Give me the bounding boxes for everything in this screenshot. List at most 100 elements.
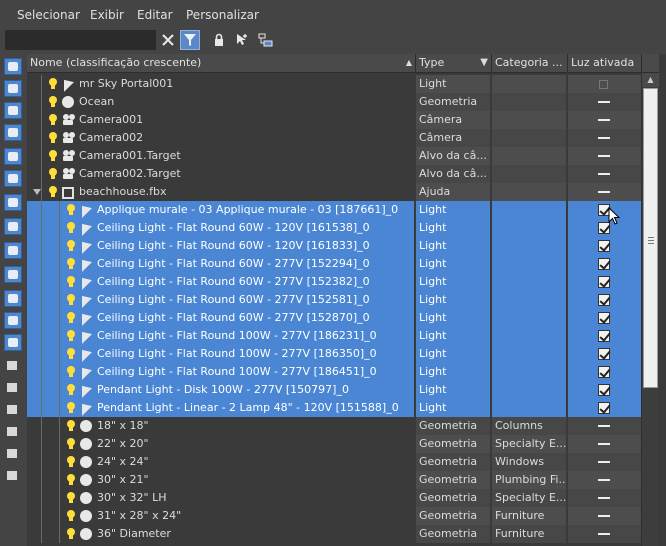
lightbulb-icon[interactable] <box>67 456 75 467</box>
lightbulb-icon[interactable] <box>67 510 75 521</box>
light-enabled-checkbox[interactable] <box>598 384 610 396</box>
name-cell[interactable]: Applique murale - 03 Applique murale - 0… <box>27 201 414 219</box>
lightbulb-icon[interactable] <box>67 276 75 287</box>
column-header-name[interactable]: Nome (classificação crescente) ▲ <box>27 54 416 72</box>
name-cell[interactable]: Ceiling Light - Flat Round 60W - 277V [1… <box>27 291 414 309</box>
table-row[interactable]: Applique murale - 03 Applique murale - 0… <box>27 201 641 219</box>
bones-icon[interactable] <box>4 266 22 283</box>
lightbulb-icon[interactable] <box>67 294 75 305</box>
name-cell[interactable]: Camera001 <box>27 111 414 129</box>
scrollbar-thumb[interactable] <box>643 88 658 388</box>
lightbulb-icon[interactable] <box>67 348 75 359</box>
lightbulb-icon[interactable] <box>67 330 75 341</box>
name-cell[interactable]: Ceiling Light - Flat Round 100W - 277V [… <box>27 363 414 381</box>
list-icon[interactable] <box>4 358 22 375</box>
lightbulb-icon[interactable] <box>49 168 57 179</box>
lightbulb-icon[interactable] <box>49 186 57 197</box>
table-row[interactable]: Camera002.Target Alvo da câ... <box>27 165 641 183</box>
lightbulb-icon[interactable] <box>67 492 75 503</box>
lock-icon[interactable] <box>209 30 229 50</box>
menu-selecionar[interactable]: Selecionar <box>17 8 80 22</box>
hierarchy-icon[interactable] <box>4 446 22 463</box>
geometry-icon[interactable] <box>4 80 22 97</box>
menu-personalizar[interactable]: Personalizar <box>186 8 259 22</box>
table-row[interactable]: Ocean Geometria <box>27 93 641 111</box>
light-enabled-checkbox[interactable] <box>599 80 608 89</box>
table-row[interactable]: Camera001.Target Alvo da câ... <box>27 147 641 165</box>
hidden-icon[interactable] <box>4 334 22 351</box>
table-row[interactable]: 30" x 21" Geometria Plumbing Fi... <box>27 471 641 489</box>
table-row[interactable]: 22" x 20" Geometria Specialty E... <box>27 435 641 453</box>
light-enabled-checkbox[interactable] <box>598 276 610 288</box>
select-children-icon[interactable] <box>256 30 276 50</box>
name-cell[interactable]: Camera002 <box>27 129 414 147</box>
lightbulb-icon[interactable] <box>49 78 57 89</box>
table-row[interactable]: Ceiling Light - Flat Round 60W - 277V [1… <box>27 309 641 327</box>
name-cell[interactable]: Camera001.Target <box>27 147 414 165</box>
table-row[interactable]: 31" x 28" x 24" Geometria Furniture <box>27 507 641 525</box>
table-row[interactable]: Ceiling Light - Flat Round 100W - 277V [… <box>27 363 641 381</box>
scroll-up-icon[interactable]: ▲ <box>642 73 659 87</box>
name-cell[interactable]: 30" x 32" LH <box>27 489 414 507</box>
name-cell[interactable]: Camera002.Target <box>27 165 414 183</box>
cameras-icon[interactable] <box>4 148 22 165</box>
table-row[interactable]: 30" x 32" LH Geometria Specialty E... <box>27 489 641 507</box>
lightbulb-icon[interactable] <box>49 114 57 125</box>
display-all-icon[interactable] <box>4 58 22 75</box>
xrefs-icon[interactable] <box>4 242 22 259</box>
groups-icon[interactable] <box>4 218 22 235</box>
name-cell[interactable]: Ceiling Light - Flat Round 100W - 277V [… <box>27 327 414 345</box>
name-cell[interactable]: Ceiling Light - Flat Round 60W - 277V [1… <box>27 273 414 291</box>
table-row[interactable]: mr Sky Portal001 Light <box>27 75 641 93</box>
table-row[interactable]: Ceiling Light - Flat Round 60W - 277V [1… <box>27 255 641 273</box>
name-cell[interactable]: Ocean <box>27 93 414 111</box>
filter-icon[interactable]: ▼ <box>480 54 488 72</box>
name-cell[interactable]: beachhouse.fbx <box>27 183 414 201</box>
column-header-type[interactable]: Type ▼ <box>416 54 492 72</box>
light-enabled-checkbox[interactable] <box>598 402 610 414</box>
table-row[interactable]: Ceiling Light - Flat Round 60W - 277V [1… <box>27 273 641 291</box>
light-enabled-checkbox[interactable] <box>598 312 610 324</box>
column-header-light-enabled[interactable]: Luz ativada <box>568 54 642 72</box>
name-cell[interactable]: 22" x 20" <box>27 435 414 453</box>
collapse-icon[interactable] <box>4 468 22 485</box>
lightbulb-icon[interactable] <box>67 402 75 413</box>
containers-icon[interactable] <box>4 290 22 307</box>
spacewarps-icon[interactable] <box>4 194 22 211</box>
lightbulb-icon[interactable] <box>49 96 57 107</box>
lightbulb-icon[interactable] <box>67 528 75 539</box>
light-enabled-checkbox[interactable] <box>598 240 610 252</box>
name-cell[interactable]: Pendant Light - Disk 100W - 277V [150797… <box>27 381 414 399</box>
helpers-icon[interactable] <box>4 170 22 187</box>
lightbulb-icon[interactable] <box>67 312 75 323</box>
lightbulb-icon[interactable] <box>49 150 57 161</box>
table-row[interactable]: Pendant Light - Disk 100W - 277V [150797… <box>27 381 641 399</box>
expand-arrow-icon[interactable] <box>33 189 41 195</box>
table-row[interactable]: Camera001 Câmera <box>27 111 641 129</box>
lightbulb-icon[interactable] <box>67 204 75 215</box>
layers-icon[interactable] <box>4 402 22 419</box>
table-row[interactable]: Camera002 Câmera <box>27 129 641 147</box>
lightbulb-icon[interactable] <box>67 384 75 395</box>
name-cell[interactable]: Ceiling Light - Flat Round 100W - 277V [… <box>27 345 414 363</box>
name-cell[interactable]: 36" Diameter <box>27 525 414 543</box>
lightbulb-icon[interactable] <box>67 222 75 233</box>
table-row[interactable]: Ceiling Light - Flat Round 100W - 277V [… <box>27 345 641 363</box>
lightbulb-icon[interactable] <box>67 366 75 377</box>
table-row[interactable]: 18" x 18" Geometria Columns <box>27 417 641 435</box>
filter-icon[interactable] <box>180 30 200 50</box>
light-enabled-checkbox[interactable] <box>598 294 610 306</box>
close-icon[interactable] <box>158 30 178 50</box>
table-row[interactable]: Ceiling Light - Flat Round 60W - 120V [1… <box>27 219 641 237</box>
lightbulb-icon[interactable] <box>67 474 75 485</box>
column-header-category[interactable]: Categoria ... <box>492 54 568 72</box>
table-row[interactable]: 24" x 24" Geometria Windows <box>27 453 641 471</box>
table-row[interactable]: Pendant Light - Linear - 2 Lamp 48" - 12… <box>27 399 641 417</box>
table-row[interactable]: Ceiling Light - Flat Round 60W - 277V [1… <box>27 291 641 309</box>
name-cell[interactable]: mr Sky Portal001 <box>27 75 414 93</box>
name-cell[interactable]: 24" x 24" <box>27 453 414 471</box>
light-enabled-checkbox[interactable] <box>598 258 610 270</box>
name-cell[interactable]: 31" x 28" x 24" <box>27 507 414 525</box>
name-cell[interactable]: 18" x 18" <box>27 417 414 435</box>
filter-icon[interactable] <box>4 424 22 441</box>
